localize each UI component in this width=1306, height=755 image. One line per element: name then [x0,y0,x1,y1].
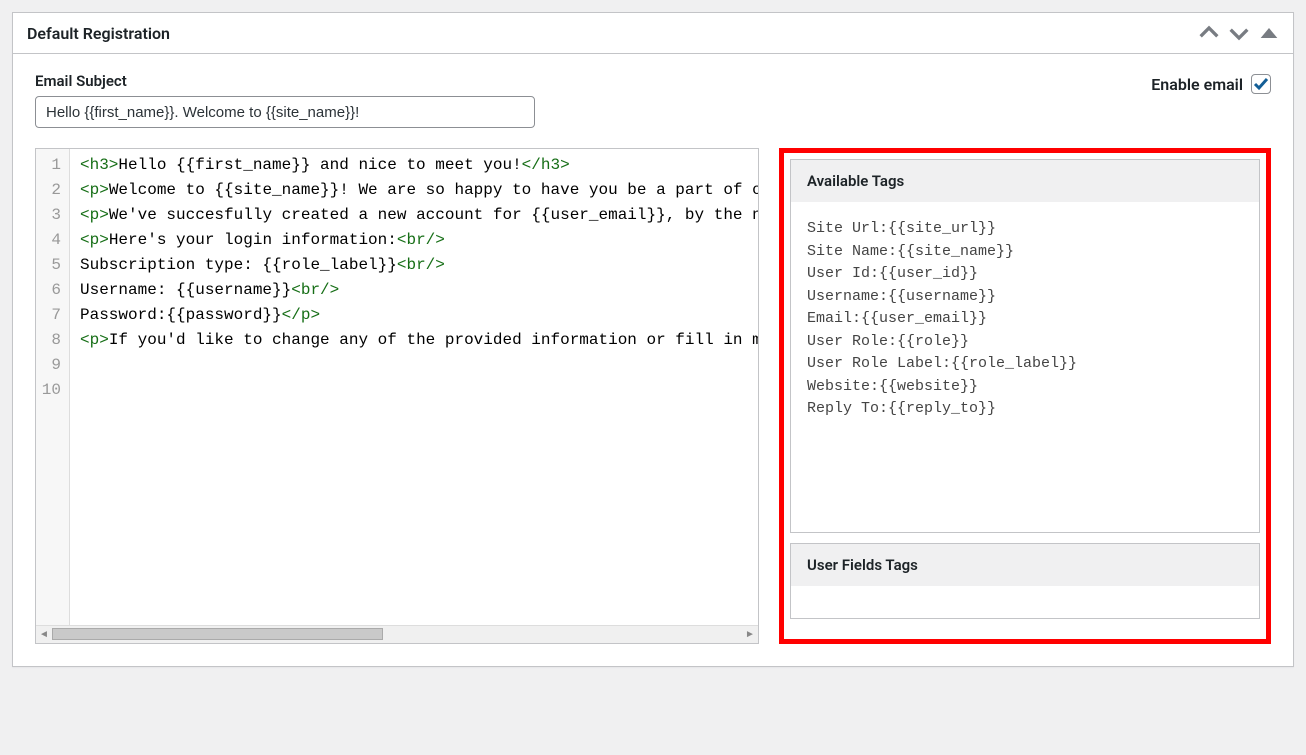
subject-label: Email Subject [35,72,535,90]
user-fields-tags-title: User Fields Tags [791,544,1259,586]
horizontal-scrollbar[interactable]: ◄ ► [36,625,758,643]
enable-email-toggle: Enable email [1151,72,1271,94]
collapse-icon[interactable] [1259,23,1279,43]
scrollbar-thumb[interactable] [52,628,383,640]
panel-title: Default Registration [27,24,1199,43]
code-line[interactable]: <p>If you'd like to change any of the pr… [80,328,748,353]
top-row: Email Subject Enable email [35,72,1271,128]
tag-item[interactable]: User Id:{{user_id}} [807,263,1243,286]
panel-controls [1199,23,1279,43]
scrollbar-track[interactable] [52,626,742,643]
code-area[interactable]: 12345678910 <h3>Hello {{first_name}} and… [36,149,758,625]
available-tags-panel: Available Tags Site Url:{{site_url}}Site… [790,159,1260,533]
subject-input[interactable] [35,96,535,128]
enable-email-checkbox[interactable] [1251,74,1271,94]
code-line[interactable]: Username: {{username}}<br/> [80,278,748,303]
code-line[interactable]: Subscription type: {{role_label}}<br/> [80,253,748,278]
scroll-left-icon[interactable]: ◄ [36,626,52,643]
panel-header: Default Registration [13,13,1293,54]
code-line[interactable]: Password:{{password}}</p> [80,303,748,328]
line-gutter: 12345678910 [36,149,70,625]
code-lines[interactable]: <h3>Hello {{first_name}} and nice to mee… [70,149,758,625]
code-line[interactable]: <p>We've succesfully created a new accou… [80,203,748,228]
tag-item[interactable]: Site Url:{{site_url}} [807,218,1243,241]
tag-item[interactable]: Site Name:{{site_name}} [807,241,1243,264]
code-line[interactable] [80,378,748,403]
tag-item[interactable]: Email:{{user_email}} [807,308,1243,331]
code-editor[interactable]: 12345678910 <h3>Hello {{first_name}} and… [35,148,759,644]
code-line[interactable] [80,353,748,378]
code-line[interactable]: <p>Here's your login information:<br/> [80,228,748,253]
code-line[interactable]: <p>Welcome to {{site_name}}! We are so h… [80,178,748,203]
body-row: 12345678910 <h3>Hello {{first_name}} and… [35,148,1271,644]
tag-item[interactable]: Website:{{website}} [807,376,1243,399]
available-tags-list: Site Url:{{site_url}}Site Name:{{site_na… [791,202,1259,532]
available-tags-title: Available Tags [791,160,1259,202]
tag-item[interactable]: User Role Label:{{role_label}} [807,353,1243,376]
user-fields-tags-panel: User Fields Tags [790,543,1260,619]
user-fields-tags-list [791,586,1259,618]
scroll-right-icon[interactable]: ► [742,626,758,643]
tag-item[interactable]: Reply To:{{reply_to}} [807,398,1243,421]
tags-sidebar: Available Tags Site Url:{{site_url}}Site… [779,148,1271,644]
tag-item[interactable]: Username:{{username}} [807,286,1243,309]
tag-item[interactable]: User Role:{{role}} [807,331,1243,354]
code-line[interactable]: <h3>Hello {{first_name}} and nice to mee… [80,153,748,178]
registration-panel: Default Registration Email Subject Enabl… [12,12,1294,667]
move-up-icon[interactable] [1199,23,1219,43]
move-down-icon[interactable] [1229,23,1249,43]
enable-email-label: Enable email [1151,75,1243,94]
subject-field: Email Subject [35,72,535,128]
panel-body: Email Subject Enable email 12345678910 <… [13,54,1293,666]
